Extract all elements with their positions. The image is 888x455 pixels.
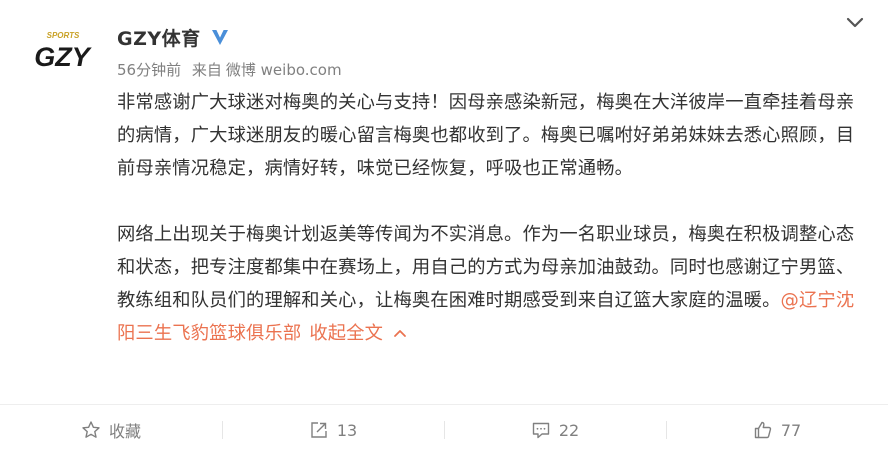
post-paragraph-1: 非常感谢广大球迷对梅奥的关心与支持！因母亲感染新冠，梅奥在大洋彼岸一直牵挂着母亲… [117,92,855,179]
repost-button[interactable]: 13 [222,405,444,455]
chevron-up-icon[interactable] [393,326,407,340]
verified-v-icon [211,30,228,45]
post-meta: 56分钟前 来自 微博 weibo.com [117,59,342,81]
repost-count: 13 [336,420,358,440]
avatar[interactable]: SPORTS GZY [30,24,96,80]
like-button[interactable]: 77 [666,405,888,455]
post-content: 非常感谢广大球迷对梅奥的关心与支持！因母亲感染新冠，梅奥在大洋彼岸一直牵挂着母亲… [117,86,862,350]
favorite-button[interactable]: 收藏 [0,405,222,455]
action-bar: 收藏 13 22 77 [0,405,888,455]
chevron-down-icon[interactable] [842,10,868,36]
collapse-full-text-link[interactable]: 收起全文 [309,323,383,344]
post-paragraph-2-text: 网络上出现关于梅奥计划返美等传闻为不实消息。作为一名职业球员，梅奥在积极调整心态… [117,224,855,311]
gzy-logo: SPORTS GZY [34,31,92,72]
comment-button[interactable]: 22 [444,405,666,455]
like-count: 77 [780,420,802,440]
logo-tag-text: SPORTS [47,31,80,40]
star-icon [82,421,100,438]
favorite-label: 收藏 [108,422,141,441]
comment-icon [532,422,550,439]
repost-icon [311,422,327,438]
logo-text: GZY [34,42,92,72]
post-time[interactable]: 56分钟前 [117,61,181,79]
comment-count: 22 [558,420,580,440]
post-paragraph-2: 网络上出现关于梅奥计划返美等传闻为不实消息。作为一名职业球员，梅奥在积极调整心态… [117,218,862,350]
post-source[interactable]: 微博 weibo.com [226,61,342,79]
source-prefix: 来自 [191,61,222,79]
thumbs-up-icon [754,421,771,439]
account-header: GZY体育 [117,22,231,52]
account-name[interactable]: GZY体育 [117,24,201,51]
weibo-post-card: SPORTS GZY GZY体育 56分钟前 来自 微博 weibo.com 非常… [0,0,888,455]
